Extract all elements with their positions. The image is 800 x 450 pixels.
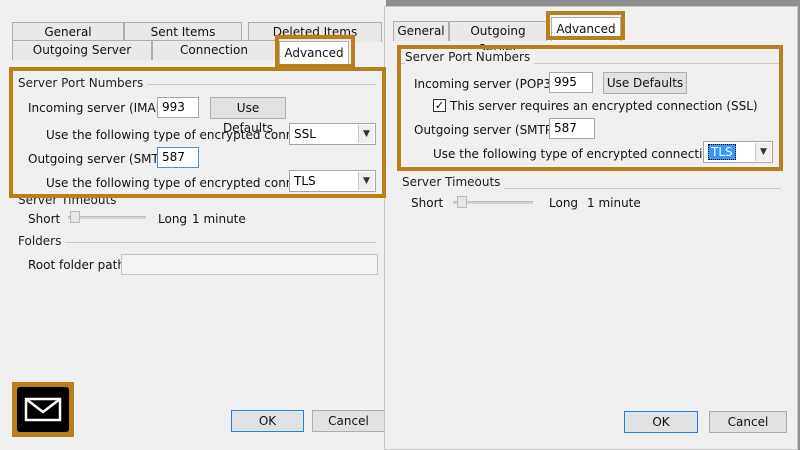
- left-root-folder-input[interactable]: [121, 254, 378, 275]
- right-tab-outgoing-server[interactable]: Outgoing Server: [449, 21, 547, 56]
- right-cancel-button[interactable]: Cancel: [709, 411, 787, 433]
- left-incoming-port-input[interactable]: 993: [157, 97, 199, 118]
- right-ok-button[interactable]: OK: [624, 411, 698, 433]
- left-server-port-numbers-title: Server Port Numbers: [18, 76, 148, 90]
- left-tab-connection[interactable]: Connection: [152, 40, 276, 60]
- left-folders-group-line: [18, 242, 376, 243]
- left-tab-sent-items[interactable]: Sent Items: [124, 22, 242, 42]
- right-use-defaults-button[interactable]: Use Defaults: [603, 72, 687, 94]
- left-outgoing-server-label: Outgoing server (SMTP):: [28, 152, 175, 166]
- right-tab-general[interactable]: General: [393, 21, 449, 41]
- chevron-down-icon[interactable]: ▼: [358, 172, 374, 190]
- left-root-folder-label: Root folder path:: [28, 258, 129, 272]
- right-outgoing-encryption-label: Use the following type of encrypted conn…: [433, 147, 722, 161]
- left-timeout-long-label: Long: [158, 212, 188, 226]
- right-ssl-checkbox-label: This server requires an encrypted connec…: [450, 99, 758, 113]
- checkmark-icon: ✓: [434, 99, 445, 112]
- left-incoming-server-label: Incoming server (IMAP):: [28, 101, 172, 115]
- right-incoming-server-label: Incoming server (POP3):: [414, 77, 560, 91]
- left-folders-title: Folders: [18, 234, 66, 248]
- left-timeout-slider-thumb[interactable]: [70, 211, 80, 223]
- left-incoming-encryption-value: SSL: [294, 127, 316, 141]
- left-outgoing-encryption-select[interactable]: TLS ▼: [289, 170, 376, 192]
- left-outgoing-port-input[interactable]: 587: [157, 147, 199, 168]
- right-server-timeouts-title: Server Timeouts: [402, 175, 505, 189]
- right-server-port-numbers-title: Server Port Numbers: [405, 50, 535, 64]
- mail-app-tile[interactable]: [12, 382, 74, 437]
- chevron-down-icon[interactable]: ▼: [358, 125, 374, 143]
- right-timeout-value: 1 minute: [587, 196, 641, 210]
- left-server-timeouts-title: Server Timeouts: [18, 193, 121, 207]
- right-timeout-slider-thumb[interactable]: [457, 196, 467, 208]
- chevron-down-icon[interactable]: ▼: [755, 143, 771, 161]
- left-ok-button[interactable]: OK: [231, 410, 304, 432]
- right-tab-advanced[interactable]: Advanced: [551, 17, 621, 41]
- right-outgoing-server-label: Outgoing server (SMTP):: [414, 123, 561, 137]
- right-incoming-port-input[interactable]: 995: [549, 72, 593, 93]
- left-incoming-encryption-select[interactable]: SSL ▼: [289, 123, 376, 145]
- left-tab-deleted-items[interactable]: Deleted Items: [248, 22, 382, 42]
- left-cancel-button[interactable]: Cancel: [312, 410, 385, 432]
- left-timeout-value: 1 minute: [192, 212, 246, 226]
- right-ssl-checkbox[interactable]: ✓: [433, 99, 446, 112]
- left-tab-general[interactable]: General: [12, 22, 124, 42]
- left-use-defaults-button[interactable]: Use Defaults: [210, 97, 286, 135]
- right-timeout-long-label: Long: [549, 196, 579, 210]
- left-outgoing-encryption-value: TLS: [294, 174, 316, 188]
- right-account-settings-dialog: General Outgoing Server Advanced Server …: [384, 6, 798, 450]
- left-tab-advanced[interactable]: Advanced: [279, 41, 349, 65]
- left-tab-outgoing-server[interactable]: Outgoing Server: [12, 40, 152, 60]
- envelope-icon: [17, 387, 69, 432]
- right-outgoing-port-input[interactable]: 587: [549, 118, 595, 139]
- right-timeout-short-label: Short: [411, 196, 444, 210]
- right-outgoing-encryption-value: TLS: [708, 144, 736, 160]
- right-outgoing-encryption-select[interactable]: TLS ▼: [703, 141, 773, 163]
- left-timeout-short-label: Short: [28, 212, 61, 226]
